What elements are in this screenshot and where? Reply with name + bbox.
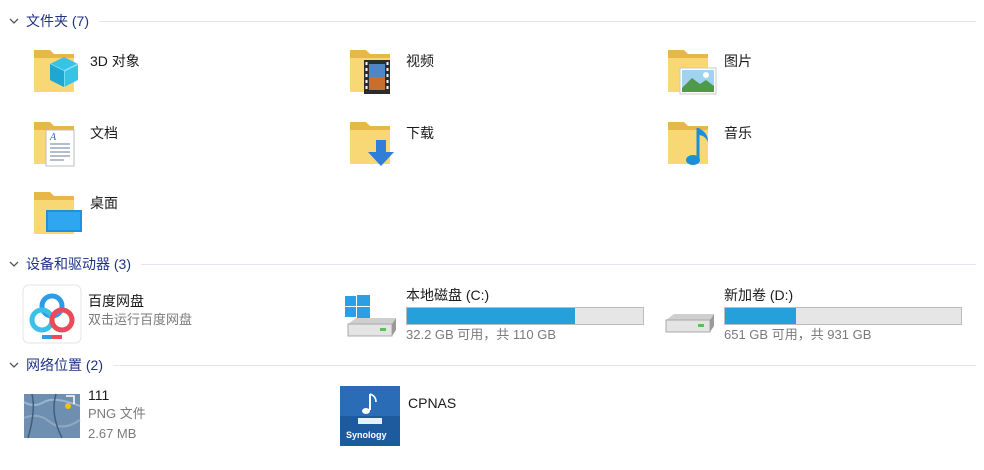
svg-text:A: A — [49, 132, 57, 143]
folder-label: 视频 — [406, 53, 434, 69]
drive-free-space: 32.2 GB 可用，共 110 GB — [406, 327, 557, 342]
drive-subtitle: 双击运行百度网盘 — [88, 312, 193, 327]
folder-music[interactable]: 音乐 — [664, 116, 752, 172]
folder-3d-objects[interactable]: 3D 对象 — [30, 44, 140, 100]
group-divider — [141, 263, 976, 265]
folder-videos[interactable]: 视频 — [346, 44, 434, 100]
drive-label: 百度网盘 — [88, 293, 144, 309]
drive-free-space: 651 GB 可用，共 931 GB — [724, 327, 872, 342]
drive-label: 本地磁盘 (C:) — [406, 287, 490, 303]
drive-label: 新加卷 (D:) — [724, 287, 794, 303]
folder-downloads[interactable]: 下载 — [346, 116, 434, 172]
folder-label: 音乐 — [724, 125, 752, 141]
folder-documents[interactable]: A 文档 — [30, 116, 118, 172]
group-divider — [113, 364, 976, 366]
synology-logo-text: Synology — [346, 430, 387, 440]
pictures-folder-icon — [668, 50, 717, 95]
folder-desktop[interactable]: 桌面 — [30, 186, 118, 242]
group-header-drives[interactable]: 设备和驱动器 (3) — [8, 253, 976, 275]
music-folder-icon — [668, 122, 708, 165]
folder-label: 下载 — [406, 125, 434, 141]
drive-usage-fill — [725, 308, 796, 324]
folder-label: 3D 对象 — [90, 53, 140, 69]
group-divider — [99, 20, 976, 22]
group-header-folders[interactable]: 文件夹 (7) — [8, 10, 976, 32]
group-title: 文件夹 (7) — [26, 13, 89, 29]
drive-usage-bar — [724, 307, 962, 325]
baidu-netdisk-icon — [22, 284, 82, 344]
network-item-cpnas[interactable]: Synology CPNAS — [340, 386, 456, 446]
folder-pictures[interactable]: 图片 — [664, 44, 752, 100]
drive-usage-fill — [407, 308, 575, 324]
group-title: 设备和驱动器 (3) — [26, 256, 131, 272]
chevron-down-icon — [9, 18, 19, 24]
image-thumbnail-icon — [23, 393, 81, 439]
folder-label: 文档 — [90, 125, 118, 141]
network-item-size: 2.67 MB — [88, 426, 137, 441]
chevron-down-icon — [9, 362, 19, 368]
folder-label: 桌面 — [90, 195, 118, 211]
hard-drive-icon — [665, 314, 714, 333]
videos-folder-icon — [350, 50, 390, 94]
network-item-label: 111 — [88, 387, 110, 403]
folder-label: 图片 — [724, 53, 752, 69]
downloads-folder-icon — [350, 122, 394, 166]
synology-nas-icon: Synology — [340, 386, 400, 446]
drive-c[interactable]: 本地磁盘 (C:) 32.2 GB 可用，共 110 GB — [342, 284, 644, 345]
network-item-type: PNG 文件 — [88, 406, 146, 421]
3d-objects-folder-icon — [34, 50, 79, 92]
group-title: 网络位置 (2) — [26, 357, 103, 373]
network-item-111[interactable]: 111 PNG 文件 2.67 MB — [22, 386, 146, 444]
windows-system-drive-icon — [345, 295, 396, 337]
group-header-network[interactable]: 网络位置 (2) — [8, 354, 976, 376]
drive-d[interactable]: 新加卷 (D:) 651 GB 可用，共 931 GB — [660, 284, 962, 345]
desktop-folder-icon — [34, 192, 82, 234]
network-item-label: CPNAS — [408, 395, 457, 411]
documents-folder-icon: A — [34, 122, 75, 167]
drive-baidu-netdisk[interactable]: 百度网盘 双击运行百度网盘 — [22, 284, 192, 344]
chevron-down-icon — [9, 261, 19, 267]
drive-usage-bar — [406, 307, 644, 325]
